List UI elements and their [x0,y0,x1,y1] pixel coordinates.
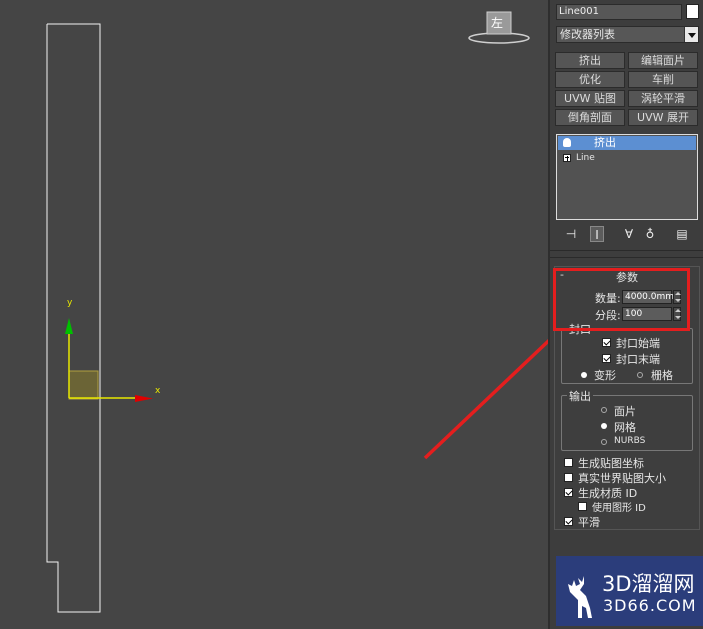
modifier-list-label: 修改器列表 [560,28,615,41]
configure-sets-icon[interactable]: ▤ [675,226,689,242]
modifier-stack[interactable]: 挤出 Line [556,134,698,220]
real-world-map-checkbox[interactable] [564,473,573,482]
optimize-button[interactable]: 优化 [555,71,625,88]
turbosmooth-button[interactable]: 涡轮平滑 [628,90,698,107]
object-color-swatch[interactable] [686,4,699,19]
lathe-button[interactable]: 车削 [628,71,698,88]
viewport-left[interactable]: y x 左 [0,0,548,629]
cap-end-checkbox[interactable] [602,354,611,363]
morph-radio[interactable] [581,372,587,378]
output-group-title: 输出 [567,388,593,404]
patch-label: 面片 [614,405,636,418]
output-group: 输出 面片 网格 NURBS [561,388,693,451]
gizmo-y-arrow [65,318,73,334]
smooth-label: 平滑 [578,516,600,529]
object-name-field[interactable]: Line001 [556,4,682,20]
line-shape-outline[interactable] [46,23,101,613]
expand-plus-icon[interactable] [563,154,571,162]
gen-map-coords-checkbox[interactable] [564,458,573,467]
nurbs-label: NURBS [614,436,646,446]
gen-map-coords-label: 生成贴图坐标 [578,457,644,470]
mesh-label: 网格 [614,421,636,434]
grid-radio[interactable] [637,372,643,378]
pin-stack-icon[interactable]: ⊣ [564,226,578,242]
use-shape-ids-checkbox[interactable] [578,502,587,511]
real-world-map-label: 真实世界贴图大小 [578,472,666,485]
gizmo-x-label: x [155,386,161,396]
morph-label: 变形 [594,369,616,382]
modifier-list-dropdown[interactable]: 修改器列表 [556,26,699,43]
bevel-profile-button[interactable]: 倒角剖面 [555,109,625,126]
gizmo-x-arrow [135,395,153,402]
show-end-result-icon[interactable]: Ⅰ [590,226,604,242]
patch-radio[interactable] [601,407,607,413]
deer-logo-icon [568,576,592,618]
gizmo-y-label: y [67,298,73,308]
smooth-checkbox[interactable] [564,517,573,526]
make-unique-icon[interactable]: ∀ [622,226,636,242]
nurbs-radio[interactable] [601,439,607,445]
stack-item-line[interactable]: Line [558,152,696,165]
grid-label: 栅格 [651,369,673,382]
use-shape-ids-label: 使用图形 ID [592,503,646,514]
remove-modifier-icon[interactable]: ♁ [643,226,657,242]
watermark-main-text: 3D溜溜网 [602,572,695,596]
cap-start-checkbox[interactable] [602,338,611,347]
watermark-logo: 3D溜溜网 3D66.COM [556,556,703,626]
viewport-canvas[interactable] [0,0,548,629]
gen-mat-ids-checkbox[interactable] [564,488,573,497]
highlight-box [553,268,690,331]
unwrap-uvw-button[interactable]: UVW 展开 [628,109,698,126]
extrude-button[interactable]: 挤出 [555,52,625,69]
watermark-sub-text: 3D66.COM [603,596,697,615]
edit-patch-button[interactable]: 编辑面片 [628,52,698,69]
capping-group: 封口 封口始端 封口末端 变形 栅格 [561,321,693,384]
command-panel: Line001 修改器列表 挤出 编辑面片 优化 车削 UVW 贴图 涡轮平滑 … [548,0,703,629]
viewcube-label[interactable]: 左 [491,14,503,31]
divider [550,257,703,258]
stack-item-extrude[interactable]: 挤出 [558,136,696,150]
lightbulb-icon[interactable] [563,138,571,147]
cap-end-label: 封口末端 [616,353,660,366]
divider [550,250,703,251]
annotation-arrow-line [423,338,548,460]
uvw-map-button[interactable]: UVW 贴图 [555,90,625,107]
mesh-radio[interactable] [601,423,607,429]
chevron-down-icon[interactable] [684,27,698,42]
cap-start-label: 封口始端 [616,337,660,350]
pivot-box [68,370,99,400]
